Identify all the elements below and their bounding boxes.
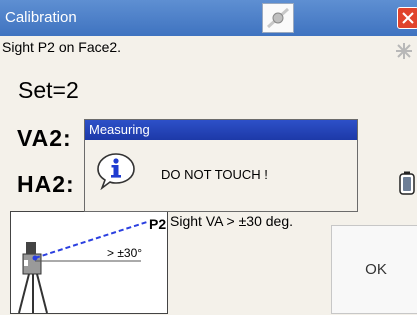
title-bar: Calibration <box>0 0 417 36</box>
ha-label: HA2: <box>17 171 75 197</box>
close-button[interactable] <box>397 7 417 29</box>
sight-caption: Sight VA > ±30 deg. <box>170 213 294 229</box>
diagram-point-label: P2 <box>149 216 166 232</box>
window-title: Calibration <box>5 9 77 26</box>
set-label: Set=2 <box>18 77 79 103</box>
close-icon <box>402 12 414 24</box>
instruction-text: Sight P2 on Face2. <box>2 39 122 55</box>
dialog-title: Measuring <box>89 122 150 137</box>
dialog-message: DO NOT TOUCH ! <box>161 167 268 182</box>
diagram-angle-label: > ±30° <box>107 246 142 260</box>
info-icon <box>97 153 135 190</box>
dialog-title-bar: Measuring <box>85 120 357 140</box>
star-icon <box>396 43 412 59</box>
battery-icon <box>399 171 415 195</box>
measuring-dialog: Measuring DO NOT TOUCH ! <box>84 119 358 212</box>
target-prism-icon[interactable] <box>262 3 294 33</box>
va-label: VA2: <box>17 125 72 151</box>
ok-button[interactable]: OK <box>331 225 417 314</box>
sighting-diagram: P2 > ±30° <box>10 211 168 314</box>
